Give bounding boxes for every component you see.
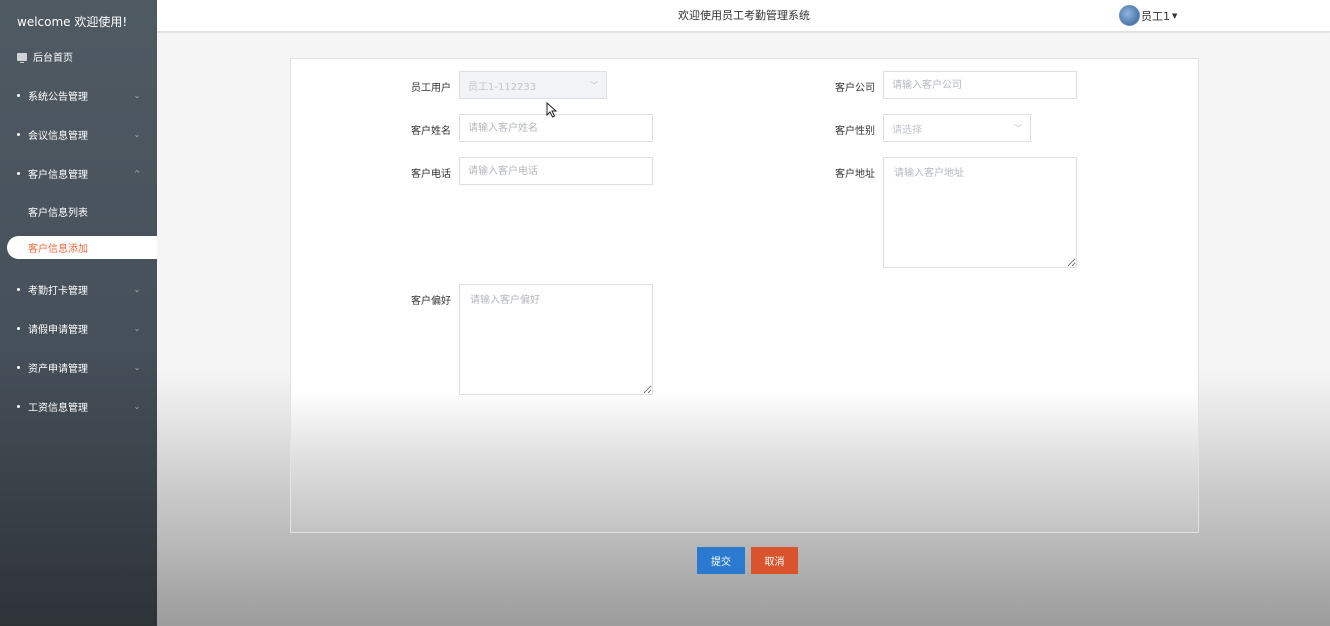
sidebar-item-customer[interactable]: 客户信息管理 ^ (0, 163, 157, 183)
chevron-up-icon: ^ (133, 168, 141, 178)
company-label: 客户公司 (835, 83, 875, 94)
phone-input[interactable] (459, 157, 653, 185)
preference-label: 客户偏好 (411, 296, 451, 307)
preference-textarea[interactable] (459, 284, 653, 395)
sidebar-item-meeting[interactable]: 会议信息管理 ⌄ (0, 124, 157, 144)
address-textarea[interactable] (883, 157, 1077, 268)
phone-label: 客户电话 (411, 169, 451, 180)
bullet-icon (17, 171, 20, 175)
chevron-down-icon: ⌄ (133, 284, 141, 294)
sidebar-subitem-customer-list[interactable]: 客户信息列表 (28, 204, 88, 219)
monitor-icon (17, 52, 27, 63)
sidebar-item-label: 请假申请管理 (28, 324, 88, 336)
submit-button[interactable]: 提交 (697, 547, 745, 574)
username: 员工1 (1141, 9, 1170, 23)
sidebar-item-home[interactable]: 后台首页 (17, 49, 73, 64)
bullet-icon (17, 287, 20, 291)
employee-select: 员工1-112233 ﹀ (459, 71, 607, 99)
user-menu[interactable]: 员工1 ▼ (1119, 5, 1177, 26)
sidebar-item-label: 工资信息管理 (28, 402, 88, 414)
bullet-icon (17, 365, 20, 369)
chevron-down-icon: ⌄ (133, 323, 141, 333)
address-label: 客户地址 (835, 169, 875, 180)
bullet-icon (17, 132, 20, 136)
sidebar-item-label: 考勤打卡管理 (28, 285, 88, 297)
sidebar-item-label: 资产申请管理 (28, 363, 88, 375)
sidebar-item-label: 系统公告管理 (28, 91, 88, 103)
employee-label: 员工用户 (411, 83, 451, 94)
sidebar: welcome 欢迎使用! 后台首页 系统公告管理 ⌄ 会议信息管理 ⌄ 客户信… (0, 0, 157, 626)
sidebar-item-label: 客户信息管理 (28, 169, 88, 181)
name-label: 客户姓名 (411, 126, 451, 137)
chevron-down-icon: ⌄ (133, 90, 141, 100)
mouse-cursor-icon (546, 102, 558, 118)
sidebar-item-notice[interactable]: 系统公告管理 ⌄ (0, 85, 157, 105)
gender-label: 客户性别 (835, 126, 875, 137)
sidebar-item-salary[interactable]: 工资信息管理 ⌄ (0, 396, 157, 416)
chevron-down-icon: ⌄ (133, 362, 141, 372)
sidebar-item-attendance[interactable]: 考勤打卡管理 ⌄ (0, 279, 157, 299)
page-title: 欢迎使用员工考勤管理系统 (678, 9, 810, 22)
sidebar-subitem-customer-add[interactable]: 客户信息添加 (7, 236, 157, 259)
chevron-down-icon: ﹀ (1014, 123, 1022, 133)
sidebar-item-leave[interactable]: 请假申请管理 ⌄ (0, 318, 157, 338)
cancel-button[interactable]: 取消 (751, 547, 798, 574)
chevron-down-icon: ⌄ (133, 401, 141, 411)
company-input[interactable] (883, 71, 1077, 99)
sidebar-item-label: 会议信息管理 (28, 130, 88, 142)
sidebar-item-asset[interactable]: 资产申请管理 ⌄ (0, 357, 157, 377)
sidebar-item-label: 后台首页 (33, 53, 73, 64)
gender-select[interactable]: 请选择 ﹀ (883, 114, 1031, 142)
gender-placeholder: 请选择 (892, 124, 922, 136)
bullet-icon (17, 93, 20, 97)
bullet-icon (17, 404, 20, 408)
caret-down-icon: ▼ (1172, 11, 1178, 20)
welcome-text: welcome 欢迎使用! (17, 15, 128, 29)
top-header: 欢迎使用员工考勤管理系统 员工1 ▼ (157, 0, 1330, 32)
employee-value: 员工1-112233 (468, 81, 537, 93)
chevron-down-icon: ﹀ (590, 80, 598, 90)
avatar (1119, 5, 1140, 26)
bullet-icon (17, 326, 20, 330)
chevron-down-icon: ⌄ (133, 129, 141, 139)
